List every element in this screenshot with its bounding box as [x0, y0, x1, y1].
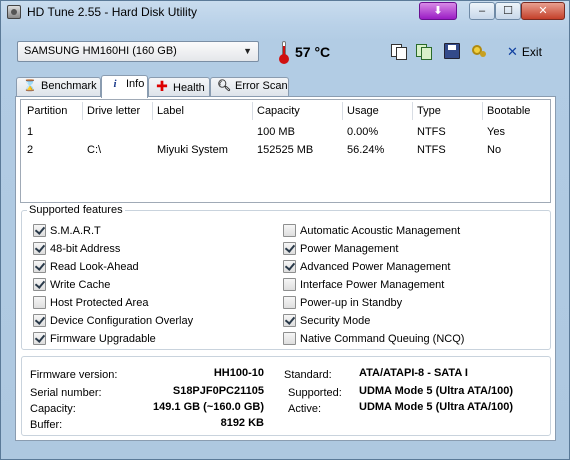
table-cell: 100 MB — [257, 126, 295, 138]
serial-value: S18PJF0PC21105 — [172, 385, 264, 397]
serial-label: Serial number: — [30, 387, 102, 399]
tab-label: Info — [126, 78, 145, 90]
tab-benchmark[interactable]: ⌛ Benchmark — [16, 77, 101, 96]
firmware-value: HH100-10 — [213, 367, 264, 379]
temperature-readout: 57 °C — [295, 44, 331, 60]
standard-label: Standard: — [284, 369, 332, 381]
download-button[interactable]: ⬇ — [419, 2, 457, 20]
tab-health[interactable]: ✚ Health — [148, 77, 210, 96]
exit-icon: ✕ — [507, 44, 518, 59]
table-cell: 1 — [27, 126, 34, 138]
tab-label: Error Scan — [235, 80, 288, 92]
options-icon[interactable] — [471, 43, 487, 59]
drive-select[interactable]: SAMSUNG HM160HI (160 GB) ▼ — [17, 41, 259, 62]
feature-label: Security Mode — [300, 315, 371, 327]
column-header[interactable]: Type — [417, 100, 441, 122]
title-bar: HD Tune 2.55 - Hard Disk Utility ⬇ – ☐ ✕ — [1, 1, 570, 25]
table-cell: No — [487, 144, 502, 156]
table-cell: 56.24% — [347, 144, 385, 156]
feature-label: Automatic Acoustic Management — [300, 225, 461, 237]
info-icon: i — [113, 78, 117, 90]
checkbox[interactable] — [283, 260, 296, 273]
feature-label: Firmware Upgradable — [50, 333, 156, 345]
active-label: Active: — [288, 403, 322, 415]
capacity-value: 149.1 GB (~160.0 GB) — [153, 401, 264, 413]
feature-label: 48-bit Address — [50, 243, 121, 255]
window-title: HD Tune 2.55 - Hard Disk Utility — [27, 5, 198, 19]
checkbox[interactable] — [283, 296, 296, 309]
table-cell: Yes — [487, 126, 505, 138]
checkbox[interactable] — [283, 224, 296, 237]
standard-value: ATA/ATAPI-8 - SATA I — [359, 367, 468, 379]
feature-label: Power-up in Standby — [300, 297, 403, 309]
checkbox[interactable] — [33, 314, 46, 327]
table-cell: 152525 MB — [257, 144, 314, 156]
close-button[interactable]: ✕ — [521, 2, 565, 20]
checkbox[interactable] — [283, 278, 296, 291]
table-cell: NTFS — [417, 144, 446, 156]
checkbox[interactable] — [283, 314, 296, 327]
feature-label: Host Protected Area — [50, 297, 149, 309]
copy-all-icon[interactable] — [415, 43, 432, 60]
tab-info[interactable]: i Info — [101, 75, 148, 98]
table-cell: 2 — [27, 144, 34, 156]
drive-select-value: SAMSUNG HM160HI (160 GB) — [24, 45, 177, 57]
feature-label: Power Management — [300, 243, 399, 255]
minimize-button[interactable]: – — [469, 2, 495, 20]
feature-label: S.M.A.R.T — [50, 225, 101, 237]
capacity-label: Capacity: — [30, 403, 76, 415]
checkbox[interactable] — [283, 242, 296, 255]
health-icon: ✚ — [156, 78, 168, 94]
column-header[interactable]: Usage — [347, 100, 379, 122]
maximize-button[interactable]: ☐ — [495, 2, 521, 20]
checkbox[interactable] — [283, 332, 296, 345]
thermometer-icon — [278, 41, 290, 64]
feature-label: Native Command Queuing (NCQ) — [300, 333, 465, 345]
feature-label: Advanced Power Management — [300, 261, 451, 273]
column-header[interactable]: Drive letter — [87, 100, 140, 122]
buffer-label: Buffer: — [30, 419, 63, 431]
column-header[interactable]: Partition — [27, 100, 67, 122]
firmware-label: Firmware version: — [30, 369, 118, 381]
tab-error-scan[interactable]: 🔍︎ Error Scan — [210, 77, 289, 96]
column-header[interactable]: Capacity — [257, 100, 300, 122]
checkbox[interactable] — [33, 260, 46, 273]
supported-value: UDMA Mode 5 (Ultra ATA/100) — [359, 385, 514, 397]
app-icon — [7, 5, 21, 19]
checkbox[interactable] — [33, 242, 46, 255]
feature-label: Interface Power Management — [300, 279, 445, 291]
tab-label: Health — [173, 82, 205, 94]
exit-label: Exit — [521, 45, 542, 59]
save-icon[interactable] — [444, 43, 460, 59]
table-cell: C:\ — [87, 144, 102, 156]
error-scan-icon: 🔍︎ — [217, 80, 231, 92]
app-window: HD Tune 2.55 - Hard Disk Utility ⬇ – ☐ ✕… — [0, 0, 570, 460]
column-header[interactable]: Bootable — [487, 100, 530, 122]
active-value: UDMA Mode 5 (Ultra ATA/100) — [359, 401, 514, 413]
feature-label: Write Cache — [50, 279, 111, 291]
feature-label: Device Configuration Overlay — [50, 315, 194, 327]
table-cell: 0.00% — [347, 126, 379, 138]
buffer-value: 8192 KB — [220, 417, 264, 429]
checkbox[interactable] — [33, 224, 46, 237]
table-cell: Miyuki System — [157, 144, 228, 156]
supported-label: Supported: — [288, 387, 342, 399]
chevron-down-icon: ▼ — [243, 46, 252, 56]
partitions-table[interactable]: Partition Drive letter Label Capacity Us… — [20, 99, 551, 203]
checkbox[interactable] — [33, 332, 46, 345]
features-title: Supported features — [27, 204, 125, 216]
copy-icon[interactable] — [390, 43, 407, 60]
exit-button[interactable]: ✕ Exit — [507, 44, 542, 60]
checkbox[interactable] — [33, 278, 46, 291]
feature-label: Read Look-Ahead — [50, 261, 139, 273]
tab-label: Benchmark — [41, 80, 97, 92]
benchmark-icon: ⌛ — [23, 80, 37, 92]
table-cell: NTFS — [417, 126, 446, 138]
checkbox[interactable] — [33, 296, 46, 309]
column-header[interactable]: Label — [157, 100, 184, 122]
